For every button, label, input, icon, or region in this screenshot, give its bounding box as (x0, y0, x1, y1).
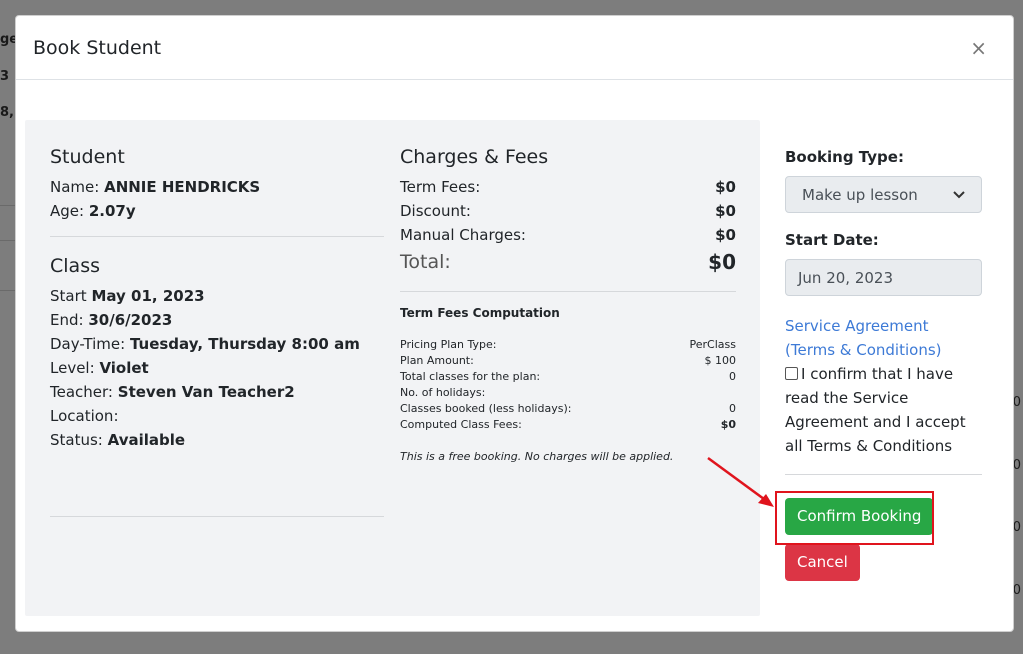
class-status-row: Status: Available (50, 428, 384, 452)
divider (50, 236, 384, 237)
student-class-column: Student Name: ANNIE HENDRICKS Age: 2.07y… (50, 146, 384, 535)
computation-value: $ 100 (704, 354, 737, 367)
field-label: Location: (50, 407, 119, 425)
computation-row: Total classes for the plan: 0 (400, 369, 736, 385)
computation-label: Classes booked (less holidays): (400, 402, 572, 415)
field-label: Level: (50, 359, 95, 377)
computation-row: Plan Amount: $ 100 (400, 353, 736, 369)
class-heading: Class (50, 255, 100, 277)
highlight-box (775, 491, 934, 545)
field-label: Start (50, 287, 87, 305)
bg-fragment: 8, (0, 105, 14, 120)
fee-value: $0 (715, 226, 736, 244)
computation-label: Computed Class Fees: (400, 418, 522, 431)
computation-value: PerClass (689, 338, 736, 351)
field-label: Age: (50, 202, 85, 220)
computation-label: No. of holidays: (400, 386, 486, 399)
divider (50, 516, 384, 517)
student-name-row: Name: ANNIE HENDRICKS (50, 175, 384, 199)
student-age-row: Age: 2.07y (50, 199, 384, 223)
class-location-row: Location: (50, 404, 384, 428)
total-label: Total: (400, 251, 451, 273)
fee-total-row: Total: $0 (400, 247, 736, 277)
agreement-confirmation: I confirm that I have read the Service A… (785, 362, 982, 458)
divider (785, 474, 982, 475)
student-age: 2.07y (88, 202, 136, 220)
total-value: $0 (708, 250, 736, 274)
fee-value: $0 (715, 202, 736, 220)
start-date-value: Jun 20, 2023 (798, 268, 894, 287)
start-date-label: Start Date: (785, 231, 879, 249)
computation-row: Computed Class Fees: $0 (400, 417, 736, 433)
divider (400, 291, 736, 292)
fee-label: Discount: (400, 202, 471, 220)
computation-value: 0 (729, 402, 736, 415)
class-daytime-row: Day-Time: Tuesday, Thursday 8:00 am (50, 332, 384, 356)
computation-row: No. of holidays: (400, 385, 736, 401)
booking-type-label: Booking Type: (785, 148, 904, 166)
field-label: End: (50, 311, 84, 329)
field-label: Name: (50, 178, 100, 196)
class-teacher: Steven Van Teacher2 (117, 383, 295, 401)
class-end-row: End: 30/6/2023 (50, 308, 384, 332)
class-daytime: Tuesday, Thursday 8:00 am (129, 335, 360, 353)
field-label: Teacher: (50, 383, 113, 401)
agreement-text: I confirm that I have read the Service A… (785, 365, 966, 455)
booking-type-select[interactable]: Make up lesson (785, 176, 982, 213)
bg-divider (0, 205, 16, 206)
fee-label: Manual Charges: (400, 226, 526, 244)
student-heading: Student (50, 146, 125, 168)
computation-row: Pricing Plan Type: PerClass (400, 337, 736, 353)
class-level: Violet (99, 359, 149, 377)
field-label: Day-Time: (50, 335, 126, 353)
chevron-down-icon (953, 190, 965, 198)
fee-value: $0 (715, 178, 736, 196)
class-status: Available (107, 431, 186, 449)
modal-title: Book Student (33, 37, 162, 59)
agreement-checkbox[interactable] (785, 367, 798, 380)
fee-row: Discount: $0 (400, 199, 736, 223)
service-agreement-link[interactable]: Service Agreement (Terms & Conditions) (785, 314, 982, 362)
bg-fragment: 3 (0, 69, 10, 84)
bg-divider (0, 290, 16, 291)
class-teacher-row: Teacher: Steven Van Teacher2 (50, 380, 384, 404)
cancel-button[interactable]: Cancel (785, 544, 860, 581)
charges-heading: Charges & Fees (400, 146, 549, 168)
computation-heading: Term Fees Computation (400, 306, 560, 320)
charges-column: Charges & Fees Term Fees: $0 Discount: $… (400, 146, 736, 463)
booking-type-value: Make up lesson (802, 185, 918, 204)
computation-value: $0 (720, 418, 736, 431)
close-icon[interactable]: × (970, 36, 987, 60)
bg-divider (0, 240, 16, 241)
class-end: 30/6/2023 (88, 311, 173, 329)
fee-label: Term Fees: (400, 178, 481, 196)
arrow-icon (707, 456, 774, 507)
modal-header: Book Student × (16, 16, 1013, 80)
computation-label: Plan Amount: (400, 354, 474, 367)
computation-label: Pricing Plan Type: (400, 338, 497, 351)
class-level-row: Level: Violet (50, 356, 384, 380)
field-label: Status: (50, 431, 103, 449)
computation-label: Total classes for the plan: (400, 370, 541, 383)
fee-row: Term Fees: $0 (400, 175, 736, 199)
class-start-row: Start May 01, 2023 (50, 284, 384, 308)
start-date-field[interactable]: Jun 20, 2023 (785, 259, 982, 296)
free-booking-note: This is a free booking. No charges will … (400, 450, 674, 463)
booking-summary-panel: Student Name: ANNIE HENDRICKS Age: 2.07y… (25, 120, 760, 616)
computation-value: 0 (729, 370, 736, 383)
computation-row: Classes booked (less holidays): 0 (400, 401, 736, 417)
class-start: May 01, 2023 (91, 287, 205, 305)
fee-row: Manual Charges: $0 (400, 223, 736, 247)
student-name: ANNIE HENDRICKS (104, 178, 261, 196)
